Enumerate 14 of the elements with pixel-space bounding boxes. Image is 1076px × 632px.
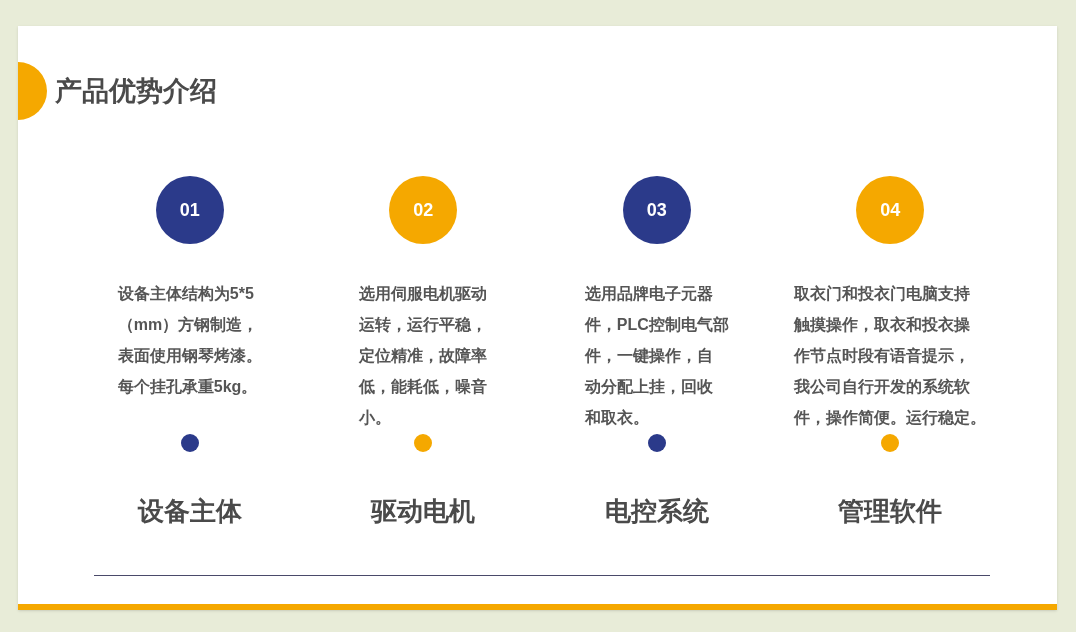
step-description: 选用品牌电子元器 件，PLC控制电气部 件，一键操作，自 动分配上挂，回收 和取衣。 — [584, 284, 729, 428]
step-number: 03 — [622, 176, 691, 244]
slide-title: 产品优势介绍 — [55, 74, 217, 108]
step-label: 管理软件 — [838, 495, 943, 528]
step-label: 电控系统 — [604, 495, 709, 528]
semicircle-icon — [18, 62, 47, 120]
step-number: 04 — [856, 176, 925, 244]
step-description: 选用伺服电机驱动 运转，运行平稳， 定位精准，故障率 低，能耗低，噪音 小。 — [359, 284, 488, 428]
step-label: 驱动电机 — [371, 495, 476, 528]
step-number: 01 — [155, 176, 224, 244]
step-description: 设备主体结构为5*5 （mm）方钢制造， 表面使用钢琴烤漆。 每个挂孔承重5kg。 — [117, 284, 262, 397]
step-description: 取衣门和投衣门电脑支持 触摸操作，取衣和投衣操 作节点时段有语音提示， 我公司自行开发的系统软 件，操作简便。运行稳定。 — [794, 284, 987, 428]
step-number: 02 — [389, 176, 458, 244]
step-label: 设备主体 — [137, 495, 242, 528]
